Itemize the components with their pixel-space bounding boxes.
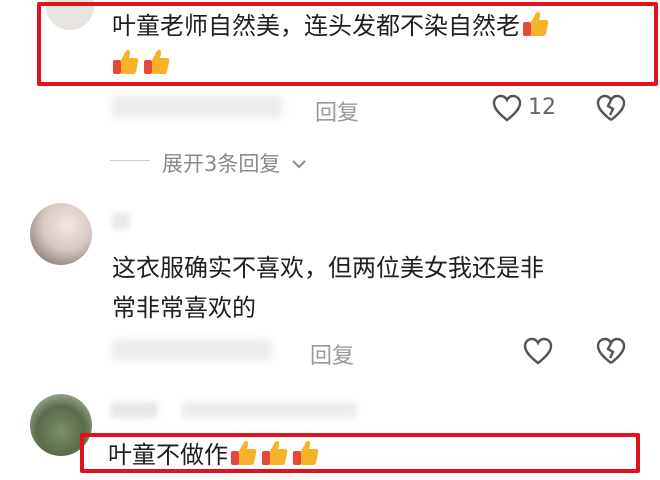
expand-replies-button[interactable]: 展开3条回复 xyxy=(162,148,307,178)
reply-button[interactable]: 回复 xyxy=(315,95,359,127)
chevron-down-icon xyxy=(291,150,307,174)
expand-replies-label: 展开3条回复 xyxy=(162,152,281,176)
timestamp xyxy=(112,96,282,118)
highlight-box xyxy=(37,2,658,86)
comment-text: 这衣服确实不喜欢，但两位美女我还是非 常非常喜欢的 xyxy=(112,248,632,328)
broken-heart-icon[interactable] xyxy=(596,337,626,365)
like-count: 12 xyxy=(528,95,556,120)
username[interactable] xyxy=(110,402,158,418)
comment-2-line2: 常非常喜欢的 xyxy=(112,294,256,322)
comment-2-line1: 这衣服确实不喜欢，但两位美女我还是非 xyxy=(112,254,544,282)
username[interactable] xyxy=(112,213,130,229)
timestamp xyxy=(112,340,272,360)
user-tag xyxy=(182,402,357,418)
heart-icon[interactable] xyxy=(523,337,553,365)
broken-heart-icon[interactable] xyxy=(596,94,626,122)
highlight-box xyxy=(80,433,640,473)
heart-icon[interactable] xyxy=(492,94,522,122)
expand-divider xyxy=(110,160,150,161)
reply-button[interactable]: 回复 xyxy=(310,338,354,370)
avatar[interactable] xyxy=(30,203,92,265)
